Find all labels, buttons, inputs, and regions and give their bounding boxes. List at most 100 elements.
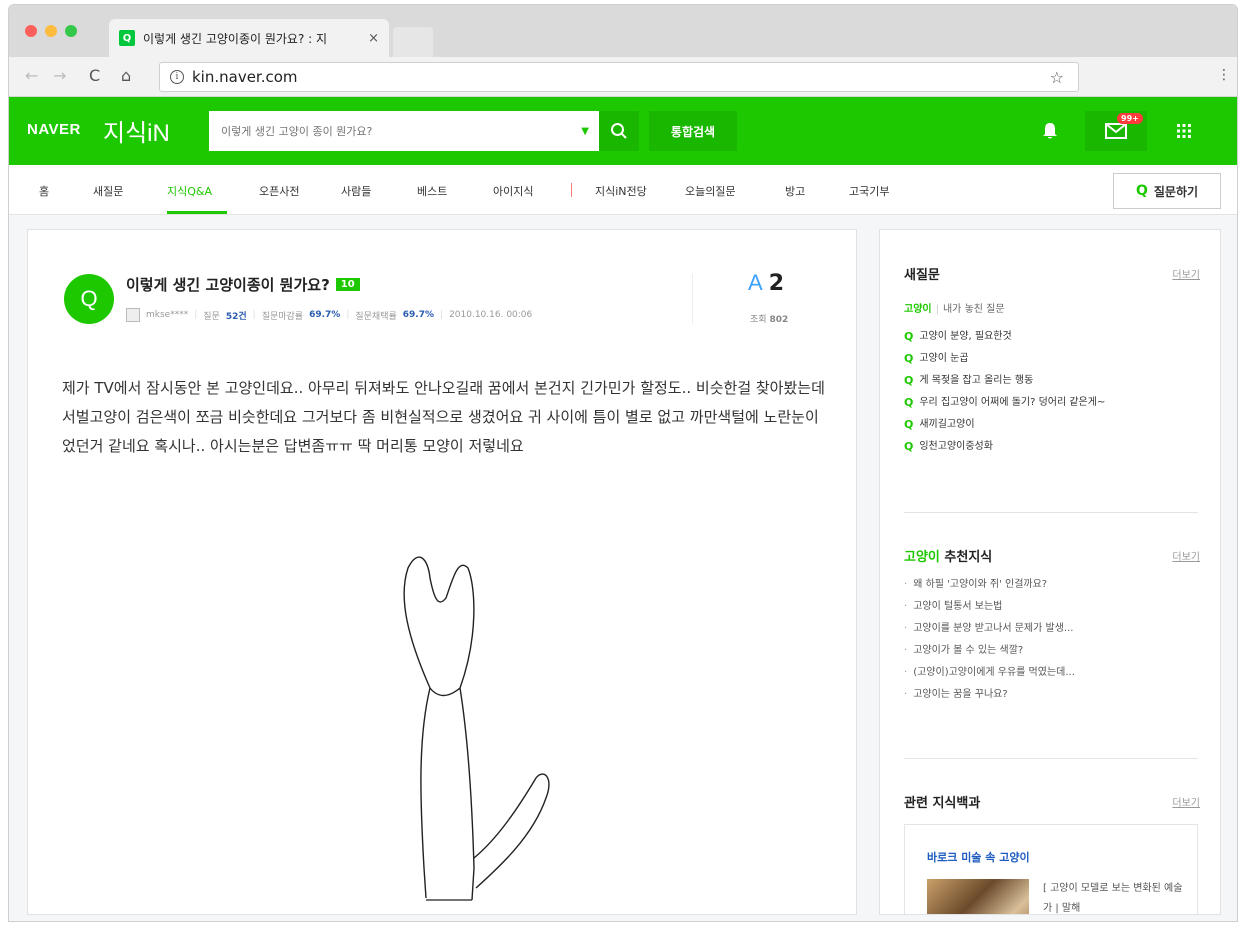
list-item[interactable]: 고양이를 분양 받고나서 문제가 발생... bbox=[904, 618, 1075, 640]
question-count: 52건 bbox=[225, 311, 247, 322]
list-item[interactable]: 고양이는 꿈을 꾸나요? bbox=[904, 684, 1075, 706]
adopt-rate: 69.7% bbox=[402, 310, 435, 320]
answer-count-number: 2 bbox=[768, 271, 784, 296]
author-id[interactable]: mkse**** bbox=[146, 310, 188, 320]
list-item[interactable]: 고양이가 볼 수 있는 색깔? bbox=[904, 640, 1075, 662]
mail-icon[interactable]: 99+ bbox=[1085, 111, 1147, 151]
sub-navigation: 홈 새질문 지식Q&A 오픈사전 사람들 베스트 아이지식 지식iN전당 오늘의… bbox=[9, 165, 1237, 215]
sidebar: 새질문 더보기 고양이 | 내가 놓친 질문 Q 고양이 분양, 필요한것 Q 고양이 … bbox=[879, 229, 1221, 915]
nav-new-questions[interactable]: 새질문 bbox=[93, 183, 123, 199]
list-item[interactable]: 왜 하필 '고양이와 쥐' 인걸까요? bbox=[904, 574, 1075, 596]
q-icon: Q bbox=[904, 440, 914, 453]
question-body: 제가 TV에서 잠시동안 본 고양인데요.. 아무리 뒤져봐도 안나오길래 꿈에… bbox=[62, 379, 825, 455]
mail-badge: 99+ bbox=[1117, 113, 1143, 124]
meta-sep: | bbox=[440, 310, 444, 320]
list-item-text: 잉천고양이중성화 bbox=[919, 441, 993, 452]
search-button[interactable] bbox=[599, 111, 639, 151]
nav-open-dictionary[interactable]: 오픈사전 bbox=[259, 183, 299, 199]
tab-title: 이렇게 생긴 고양이종이 뭔가요? : 지 bbox=[143, 31, 328, 46]
nav-best[interactable]: 베스트 bbox=[417, 183, 447, 199]
question-card: Q 이렇게 생긴 고양이종이 뭔가요? 10 mkse**** | 질문 52건… bbox=[27, 229, 857, 915]
browser-tab[interactable]: Q 이렇게 생긴 고양이종이 뭔가요? : 지 × bbox=[109, 19, 389, 57]
meta-sep: | bbox=[252, 310, 256, 320]
recommended-title: 고양이 추천지식 bbox=[904, 546, 992, 565]
encyclopedia-more-link[interactable]: 더보기 bbox=[1172, 794, 1200, 809]
nav-donation[interactable]: 고국기부 bbox=[849, 183, 889, 199]
chevron-down-icon[interactable]: ▼ bbox=[581, 126, 589, 137]
list-item[interactable]: Q 고양이 눈곱 bbox=[904, 348, 1105, 370]
nav-divider bbox=[571, 183, 572, 197]
back-arrow-icon[interactable]: ← bbox=[25, 66, 38, 85]
reload-icon[interactable]: C bbox=[89, 66, 100, 85]
author-avatar-icon[interactable] bbox=[126, 308, 140, 322]
question-q-icon: Q bbox=[64, 274, 114, 324]
apps-grid-icon[interactable] bbox=[1153, 111, 1215, 151]
question-count-label: 질문 bbox=[203, 311, 220, 322]
question-meta: mkse**** | 질문 52건 | 질문마감률 69.7% | 질문채택률 … bbox=[126, 308, 532, 322]
tab-cat[interactable]: 고양이 bbox=[904, 304, 932, 315]
total-search-button[interactable]: 통합검색 bbox=[649, 111, 737, 151]
section-divider bbox=[904, 758, 1198, 759]
encyclopedia-item-title[interactable]: 바로크 미술 속 고양이 bbox=[927, 849, 1030, 865]
answer-count[interactable]: A2 bbox=[748, 270, 784, 296]
rec-title-text: 추천지식 bbox=[944, 550, 993, 565]
views-label: 조회 bbox=[750, 315, 767, 325]
list-item[interactable]: Q 잉천고양이중성화 bbox=[904, 436, 1105, 458]
new-questions-more-link[interactable]: 더보기 bbox=[1172, 266, 1200, 281]
question-title: 이렇게 생긴 고양이종이 뭔가요? 10 bbox=[126, 274, 360, 295]
minimize-window-button[interactable] bbox=[45, 25, 57, 37]
answer-divider bbox=[692, 274, 693, 324]
tab-close-icon[interactable]: × bbox=[368, 31, 379, 46]
maximize-window-button[interactable] bbox=[65, 25, 77, 37]
nav-today-question[interactable]: 오늘의질문 bbox=[685, 183, 736, 199]
list-item[interactable]: Q 고양이 분양, 필요한것 bbox=[904, 326, 1105, 348]
list-item-text: 새끼길고양이 bbox=[919, 419, 975, 430]
encyclopedia-item-desc: [ 고양이 모델로 보는 변화된 예술가 | 말해 bbox=[1043, 883, 1183, 914]
list-item[interactable]: Q 새끼길고양이 bbox=[904, 414, 1105, 436]
list-item-text: 고양이 분양, 필요한것 bbox=[919, 331, 1012, 342]
nav-people[interactable]: 사람들 bbox=[341, 183, 371, 199]
views-number: 802 bbox=[769, 315, 789, 325]
ask-button-label: 질문하기 bbox=[1153, 184, 1199, 199]
list-item[interactable]: Q 게 목젖을 잡고 올리는 행동 bbox=[904, 370, 1105, 392]
list-item[interactable]: (고양이)고양이에게 우유를 먹였는데... bbox=[904, 662, 1075, 684]
recommended-more-link[interactable]: 더보기 bbox=[1172, 548, 1200, 563]
tab-missed[interactable]: 내가 놓친 질문 bbox=[943, 304, 1005, 315]
close-window-button[interactable] bbox=[25, 25, 37, 37]
home-icon[interactable]: ⌂ bbox=[121, 66, 131, 85]
nav-hall-of-fame[interactable]: 지식iN전당 bbox=[595, 183, 647, 199]
browser-menu-icon[interactable]: ⋮ bbox=[1217, 67, 1231, 83]
q-icon: Q bbox=[904, 352, 914, 365]
nav-bang[interactable]: 방고 bbox=[785, 183, 805, 199]
naver-logo[interactable]: NAVER bbox=[27, 121, 81, 138]
list-item[interactable]: Q 우리 집고양이 어쩌에 돌기? 덩어리 같은게~ bbox=[904, 392, 1105, 414]
nav-home[interactable]: 홈 bbox=[39, 183, 49, 199]
q-icon: Q bbox=[904, 374, 914, 387]
list-item-text: 게 목젖을 잡고 올리는 행동 bbox=[919, 375, 1034, 386]
browser-toolbar: ← → C ⌂ i kin.naver.com ☆ ⋮ bbox=[9, 57, 1237, 97]
bell-icon[interactable] bbox=[1019, 111, 1081, 151]
encyclopedia-thumbnail[interactable] bbox=[927, 879, 1029, 914]
forward-arrow-icon[interactable]: → bbox=[53, 66, 66, 85]
nav-kids-knowledge[interactable]: 아이지식 bbox=[493, 183, 533, 199]
bookmark-star-icon[interactable]: ☆ bbox=[1050, 68, 1064, 87]
search-input[interactable] bbox=[221, 124, 582, 138]
new-questions-title: 새질문 bbox=[904, 268, 940, 283]
url-text[interactable]: kin.naver.com bbox=[192, 68, 1042, 86]
ask-question-button[interactable]: Q 질문하기 bbox=[1113, 173, 1221, 209]
info-icon[interactable]: i bbox=[170, 70, 184, 84]
encyclopedia-card[interactable]: 바로크 미술 속 고양이 [ 고양이 모델로 보는 변화된 예술가 | 말해 bbox=[904, 824, 1198, 914]
cat-sketch-image bbox=[403, 556, 550, 901]
nav-kin-qa[interactable]: 지식Q&A bbox=[167, 183, 212, 199]
q-icon: Q bbox=[904, 396, 914, 409]
list-item-text: 우리 집고양이 어쩌에 돌기? 덩어리 같은게~ bbox=[919, 397, 1106, 408]
list-item[interactable]: 고양이 털통서 보는법 bbox=[904, 596, 1075, 618]
new-tab-button[interactable] bbox=[393, 27, 433, 57]
kin-logo[interactable]: 지식iN bbox=[103, 113, 170, 148]
view-count: 조회 802 bbox=[750, 312, 788, 325]
new-questions-tabs: 고양이 | 내가 놓친 질문 bbox=[904, 304, 1005, 315]
encyclopedia-title: 관련 지식백과 bbox=[904, 796, 981, 811]
rec-keyword: 고양이 bbox=[904, 550, 940, 565]
search-icon bbox=[611, 123, 627, 139]
address-bar[interactable]: i kin.naver.com ☆ bbox=[159, 62, 1079, 92]
